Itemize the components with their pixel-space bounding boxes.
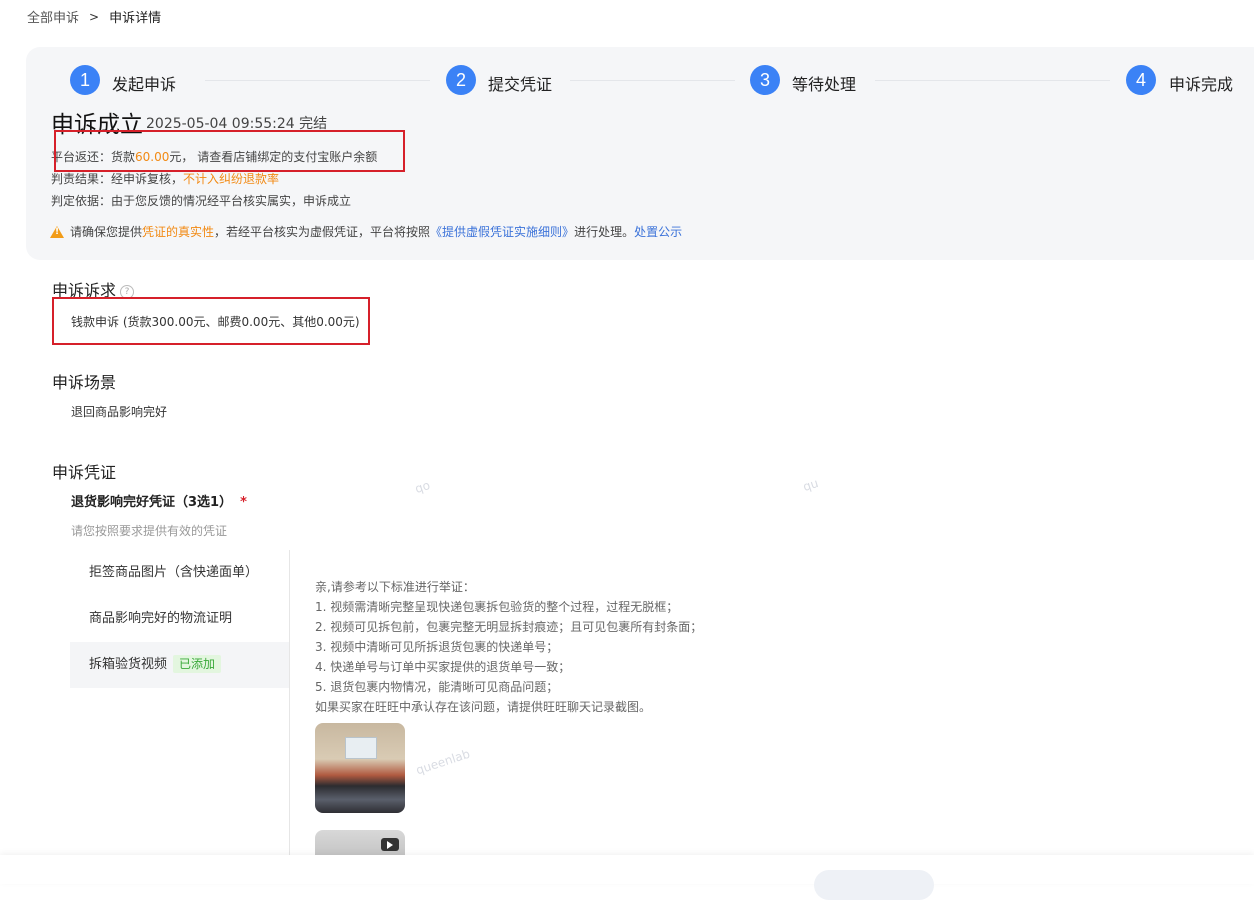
step-connector bbox=[570, 80, 735, 81]
warning-icon bbox=[50, 225, 64, 238]
step-1-number: 1 bbox=[70, 65, 100, 95]
verdict-line: 判责结果：经申诉复核，不计入纠纷退款率 bbox=[51, 172, 280, 186]
breadcrumb-root-link[interactable]: 全部申诉 bbox=[27, 7, 79, 26]
step-2-number: 2 bbox=[446, 65, 476, 95]
annotation-box bbox=[52, 297, 370, 345]
scene-title: 申诉场景 bbox=[52, 373, 117, 392]
scene-text: 退回商品影响完好 bbox=[71, 405, 168, 419]
annotation-box bbox=[54, 130, 405, 172]
bottom-action-button[interactable] bbox=[814, 870, 934, 900]
watermark: qo bbox=[413, 478, 432, 496]
video-icon bbox=[381, 838, 399, 851]
breadcrumb: 全部申诉 > 申诉详情 bbox=[27, 7, 162, 27]
step-3-number: 3 bbox=[750, 65, 780, 95]
step-2-label: 提交凭证 bbox=[488, 75, 553, 94]
breadcrumb-current: 申诉详情 bbox=[109, 11, 162, 26]
step-4-number: 4 bbox=[1126, 65, 1156, 95]
bottom-bar bbox=[0, 855, 1254, 884]
tab-logistics-proof[interactable]: 商品影响完好的物流证明 bbox=[70, 596, 290, 642]
evidence-subtitle: 退货影响完好凭证（3选1） * bbox=[71, 495, 247, 510]
breadcrumb-separator: > bbox=[89, 9, 100, 24]
evidence-title: 申诉凭证 bbox=[52, 463, 117, 482]
disposal-notice-link[interactable]: 处置公示 bbox=[634, 225, 682, 239]
required-mark: * bbox=[240, 495, 247, 510]
added-badge: 已添加 bbox=[173, 655, 222, 673]
divider bbox=[289, 550, 290, 884]
tab-unboxing-video[interactable]: 拆箱验货视频 已添加 bbox=[70, 642, 290, 688]
evidence-tabs: 拒签商品图片（含快递面单） 商品影响完好的物流证明 拆箱验货视频 已添加 bbox=[70, 550, 290, 688]
step-1-label: 发起申诉 bbox=[112, 75, 177, 94]
rules-link[interactable]: 《提供虚假凭证实施细则》 bbox=[430, 225, 574, 239]
tab-rejection-photos[interactable]: 拒签商品图片（含快递面单） bbox=[70, 550, 290, 596]
evidence-image-thumbnail[interactable] bbox=[315, 723, 405, 813]
watermark: qu bbox=[801, 475, 821, 495]
step-connector bbox=[875, 80, 1110, 81]
warning-line: 请确保您提供凭证的真实性，若经平台核实为虚假凭证，平台将按照《提供虚假凭证实施细… bbox=[50, 223, 682, 240]
step-3-label: 等待处理 bbox=[792, 75, 857, 94]
basis-line: 判定依据：由于您反馈的情况经平台核实属实，申诉成立 bbox=[51, 194, 352, 208]
watermark: queenlab bbox=[414, 746, 472, 778]
step-4-label: 申诉完成 bbox=[1169, 75, 1234, 94]
verdict-highlight: 不计入纠纷退款率 bbox=[183, 172, 280, 186]
step-connector bbox=[205, 80, 430, 81]
evidence-hint: 请您按照要求提供有效的凭证 bbox=[71, 524, 228, 538]
evidence-guide: 亲,请参考以下标准进行举证： 1. 视频需清晰完整呈现快递包裹拆包验货的整个过程… bbox=[315, 580, 703, 714]
